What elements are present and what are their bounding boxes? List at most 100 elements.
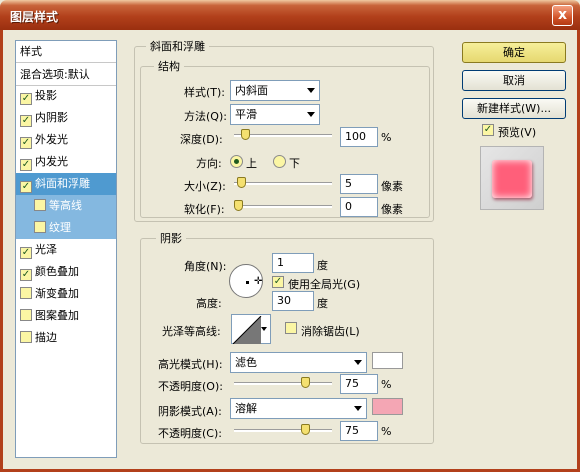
- shadow-opacity-input[interactable]: 75: [340, 421, 378, 441]
- direction-up-label: 上: [246, 157, 257, 170]
- altitude-label: 高度:: [196, 297, 222, 310]
- style-checkbox[interactable]: [34, 199, 46, 211]
- style-item-8[interactable]: ✓ 颜色叠加: [16, 261, 116, 283]
- angle-label: 角度(N):: [184, 260, 227, 273]
- blending-options-item[interactable]: 混合选项:默认: [16, 64, 116, 86]
- size-unit: 像素: [381, 180, 403, 193]
- style-checkbox[interactable]: ✓: [20, 269, 32, 281]
- soften-label: 软化(F):: [184, 203, 225, 216]
- anti-alias-label: 消除锯齿(L): [301, 325, 360, 338]
- size-label: 大小(Z):: [184, 180, 226, 193]
- style-item-label: 内阴影: [35, 111, 68, 124]
- style-list: 样式 混合选项:默认 ✓ 投影 ✓ 内阴影 ✓ 外发光 ✓ 内发光 ✓ 斜面和浮雕 等高线 纹理 ✓ 光泽…: [15, 40, 117, 458]
- highlight-color-swatch[interactable]: [372, 352, 403, 369]
- angle-input[interactable]: 1: [272, 253, 314, 273]
- angle-unit: 度: [317, 259, 328, 272]
- style-list-header[interactable]: 样式: [16, 41, 116, 63]
- title-bar: 图层样式 x: [0, 0, 580, 30]
- depth-label: 深度(D):: [180, 133, 223, 146]
- gloss-contour-label: 光泽等高线:: [162, 325, 221, 338]
- style-checkbox[interactable]: [20, 287, 32, 299]
- style-item-label: 等高线: [49, 199, 82, 212]
- style-checkbox[interactable]: ✓: [20, 181, 32, 193]
- shadow-opacity-unit: %: [381, 425, 392, 438]
- style-item-6[interactable]: 纹理: [16, 217, 116, 239]
- highlight-opacity-track[interactable]: [234, 382, 332, 385]
- gloss-contour-picker[interactable]: [231, 314, 271, 344]
- shadow-mode-value: 溶解: [235, 402, 257, 415]
- style-item-7[interactable]: ✓ 光泽: [16, 239, 116, 261]
- style-item-1[interactable]: ✓ 内阴影: [16, 107, 116, 129]
- shadow-color-swatch[interactable]: [372, 398, 403, 415]
- style-item-9[interactable]: 渐变叠加: [16, 283, 116, 305]
- style-item-11[interactable]: 描边: [16, 327, 116, 349]
- preview-label: 预览(V): [498, 126, 537, 139]
- style-item-4[interactable]: ✓ 斜面和浮雕: [16, 173, 116, 195]
- chevron-down-icon: [307, 112, 315, 117]
- cancel-button[interactable]: 取消: [462, 70, 566, 91]
- anti-alias-checkbox[interactable]: [285, 322, 297, 334]
- size-input[interactable]: 5: [340, 174, 378, 194]
- style-item-5[interactable]: 等高线: [16, 195, 116, 217]
- style-item-label: 渐变叠加: [35, 287, 79, 300]
- technique-select-value: 平滑: [235, 108, 257, 121]
- style-item-10[interactable]: 图案叠加: [16, 305, 116, 327]
- shadow-mode-select[interactable]: 溶解: [230, 398, 367, 419]
- style-preview: [480, 146, 544, 210]
- preview-checkbox[interactable]: ✓: [482, 124, 494, 136]
- soften-slider-track[interactable]: [234, 205, 332, 208]
- highlight-opacity-label: 不透明度(O):: [158, 380, 223, 393]
- crosshair-icon: ✛: [254, 276, 263, 287]
- soften-input[interactable]: 0: [340, 197, 378, 217]
- style-checkbox[interactable]: [20, 331, 32, 343]
- style-checkbox[interactable]: [20, 309, 32, 321]
- ok-button[interactable]: 确定: [462, 42, 566, 63]
- shadow-opacity-thumb[interactable]: [300, 424, 310, 435]
- structure-title: 结构: [154, 58, 184, 74]
- shadow-mode-label: 阴影模式(A):: [158, 405, 222, 418]
- depth-slider-thumb[interactable]: [241, 129, 251, 140]
- style-item-label: 斜面和浮雕: [35, 177, 90, 190]
- altitude-unit: 度: [317, 297, 328, 310]
- style-item-label: 图案叠加: [35, 309, 79, 322]
- global-light-label: 使用全局光(G): [288, 278, 361, 291]
- style-checkbox[interactable]: [34, 221, 46, 233]
- highlight-mode-select[interactable]: 滤色: [230, 352, 367, 373]
- style-item-label: 光泽: [35, 243, 57, 256]
- style-checkbox[interactable]: ✓: [20, 247, 32, 259]
- depth-input[interactable]: 100: [340, 127, 378, 147]
- window-title: 图层样式: [10, 10, 59, 24]
- shading-title: 阴影: [156, 230, 186, 246]
- size-slider-track[interactable]: [234, 182, 332, 185]
- style-item-label: 内发光: [35, 155, 68, 168]
- style-checkbox[interactable]: ✓: [20, 137, 32, 149]
- shadow-opacity-track[interactable]: [234, 429, 332, 432]
- close-button[interactable]: x: [552, 5, 573, 26]
- style-item-2[interactable]: ✓ 外发光: [16, 129, 116, 151]
- style-item-0[interactable]: ✓ 投影: [16, 85, 116, 107]
- altitude-input[interactable]: 30: [272, 291, 314, 311]
- style-checkbox[interactable]: ✓: [20, 93, 32, 105]
- global-light-checkbox[interactable]: ✓: [272, 276, 284, 288]
- highlight-mode-label: 高光模式(H):: [158, 358, 223, 371]
- direction-down-radio[interactable]: [273, 155, 286, 168]
- style-checkbox[interactable]: ✓: [20, 159, 32, 171]
- contour-curve-icon: [233, 316, 262, 344]
- new-style-button[interactable]: 新建样式(W)...: [462, 98, 566, 119]
- style-select-value: 内斜面: [235, 84, 268, 97]
- shadow-opacity-label: 不透明度(C):: [158, 427, 222, 440]
- style-item-label: 纹理: [49, 221, 71, 234]
- highlight-mode-value: 滤色: [235, 356, 257, 369]
- style-item-label: 描边: [35, 331, 57, 344]
- depth-unit: %: [381, 131, 392, 144]
- style-select[interactable]: 内斜面: [230, 80, 320, 101]
- chevron-down-icon: [354, 360, 362, 365]
- soften-slider-thumb[interactable]: [234, 200, 243, 211]
- direction-up-radio[interactable]: [230, 155, 243, 168]
- style-checkbox[interactable]: ✓: [20, 115, 32, 127]
- style-item-3[interactable]: ✓ 内发光: [16, 151, 116, 173]
- size-slider-thumb[interactable]: [236, 177, 246, 188]
- technique-select[interactable]: 平滑: [230, 104, 320, 125]
- highlight-opacity-input[interactable]: 75: [340, 374, 378, 394]
- highlight-opacity-thumb[interactable]: [300, 377, 310, 388]
